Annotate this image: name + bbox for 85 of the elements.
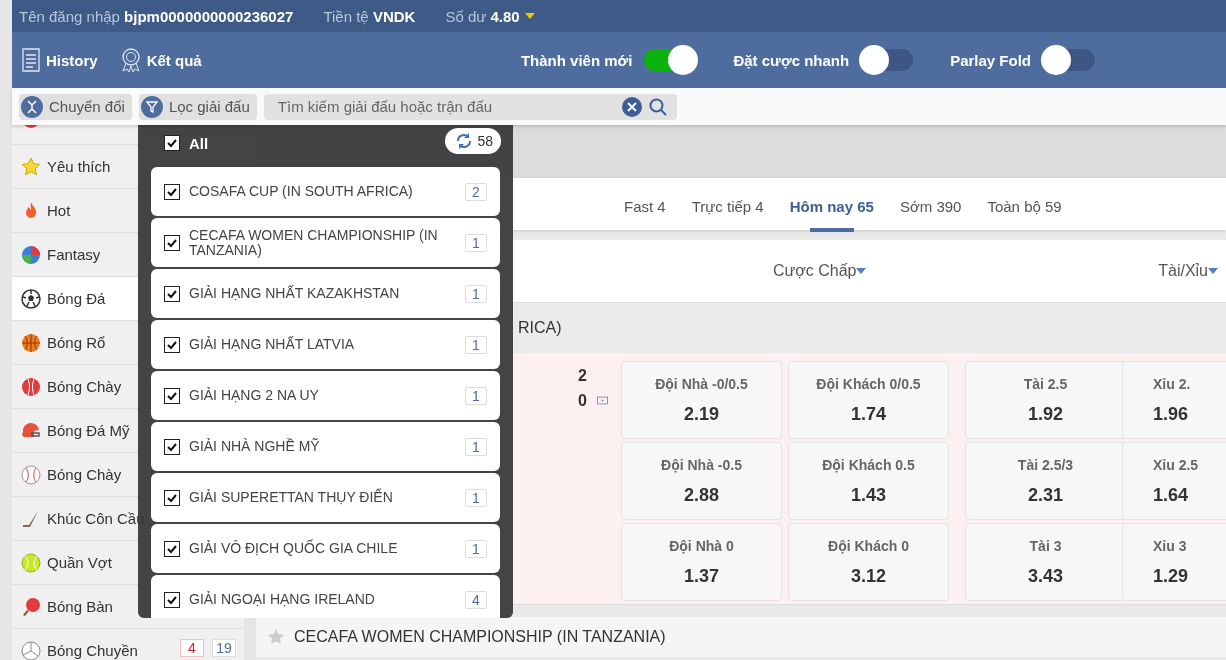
count-badge: 1 xyxy=(465,233,487,252)
caret-icon xyxy=(856,268,867,274)
count-badge: 1 xyxy=(465,386,487,405)
count-badge: 1 xyxy=(465,335,487,354)
odds-button[interactable]: Đội Nhà -0/0.5 2.19 xyxy=(621,361,782,439)
refresh-icon xyxy=(455,131,474,150)
checkbox[interactable] xyxy=(164,489,180,506)
count-badge: 1 xyxy=(465,437,487,456)
tab[interactable]: Hôm nay 65 xyxy=(789,180,874,232)
caret-icon[interactable] xyxy=(524,13,535,19)
star-icon xyxy=(21,156,41,177)
odds-button[interactable]: Đội Nhà 0 1.37 xyxy=(621,523,782,601)
username-label: Tên đăng nhập bjpm0000000000236027 xyxy=(19,7,294,25)
league-option[interactable]: CECAFA WOMEN CHAMPIONSHIP (IN TANZANIA) 1 xyxy=(151,218,500,267)
odds-button[interactable]: Đội Khách 0/0.5 1.74 xyxy=(788,361,949,439)
league-option[interactable]: GIẢI HẠNG 2 NA UY 1 xyxy=(151,371,500,420)
checkbox[interactable] xyxy=(164,285,180,302)
caret-icon xyxy=(1208,268,1218,274)
toolbar-link[interactable]: Kết quả xyxy=(119,47,202,73)
ball-icon xyxy=(21,376,41,397)
volleyball-icon xyxy=(21,640,41,660)
checkbox[interactable] xyxy=(164,183,180,200)
tennis-ball-icon xyxy=(21,552,41,573)
search-icon[interactable] xyxy=(648,97,667,116)
count-badge: 19 xyxy=(212,639,236,657)
odds-button[interactable]: Đội Khách 0.5 1.43 xyxy=(788,442,949,520)
league-option[interactable]: GIẢI VÔ ĐỊCH QUỐC GIA CHILE 1 xyxy=(151,524,500,573)
toggle-label: Đặt cược nhanh xyxy=(733,51,850,69)
league-title: CECAFA WOMEN CHAMPIONSHIP (IN TANZANIA) xyxy=(294,628,666,646)
odds-button[interactable]: Xỉu 2. 1.96 xyxy=(1122,361,1226,439)
checkbox[interactable] xyxy=(164,336,180,353)
league-title: RICA) xyxy=(518,319,562,337)
tv-icon[interactable] xyxy=(596,393,608,408)
clear-icon[interactable] xyxy=(621,96,642,117)
tab[interactable]: Toàn bộ 59 xyxy=(987,180,1062,232)
column-dropdown[interactable]: Tài/Xỉu xyxy=(1158,262,1218,280)
tab[interactable]: Sớm 390 xyxy=(899,180,962,232)
basketball-icon xyxy=(21,332,41,353)
odds-button[interactable]: Xỉu 2.5 1.64 xyxy=(1122,442,1226,520)
league-option[interactable]: GIẢI HẠNG NHẤT LATVIA 1 xyxy=(151,320,500,369)
award-icon xyxy=(119,47,142,73)
league-option[interactable]: GIẢI NGOẠI HẠNG IRELAND 4 xyxy=(151,575,500,618)
league-option[interactable]: COSAFA CUP (IN SOUTH AFRICA) 2 xyxy=(151,167,500,216)
globe-icon xyxy=(21,244,41,265)
score: 2 xyxy=(578,366,587,385)
ball-icon xyxy=(21,288,41,309)
count-badge: 2 xyxy=(465,182,487,201)
tab[interactable]: Trực tiếp 4 xyxy=(691,180,764,232)
odds-button[interactable]: Đội Khách 0 3.12 xyxy=(788,523,949,601)
filter-icon xyxy=(145,100,158,113)
count-badge: 1 xyxy=(465,488,487,507)
toggle-label: Parlay Fold xyxy=(950,51,1031,69)
filter-button[interactable]: Lọc giải đấu xyxy=(138,93,257,120)
paddle-icon xyxy=(21,596,41,617)
checkbox[interactable] xyxy=(164,135,180,151)
refresh-button[interactable]: 58 xyxy=(445,127,501,154)
toolbar-link[interactable]: History xyxy=(21,48,98,72)
toggle-label: Thành viên mới xyxy=(520,51,633,69)
score: 0 xyxy=(578,391,587,410)
baseball-icon xyxy=(21,464,41,485)
live-count-badge: 4 xyxy=(180,639,204,657)
checkbox[interactable] xyxy=(164,438,180,455)
checkbox[interactable] xyxy=(164,540,180,557)
odds-button[interactable]: Xỉu 3 1.29 xyxy=(1122,523,1226,601)
league-option[interactable]: GIẢI HẠNG NHẤT KAZAKHSTAN 1 xyxy=(151,269,500,318)
league-option[interactable]: GIẢI NHÀ NGHỀ MỸ 1 xyxy=(151,422,500,471)
search-input[interactable]: Tìm kiếm giải đấu hoặc trận đấu xyxy=(275,97,622,116)
balance-label: Số dư 4.80 xyxy=(445,7,520,25)
count-badge: 4 xyxy=(465,590,487,609)
odds-button[interactable]: Đội Nhà -0.5 2.88 xyxy=(621,442,782,520)
league-option[interactable]: GIẢI SUPERETTAN THỤY ĐIỂN 1 xyxy=(151,473,500,522)
column-dropdown[interactable]: Cược Chấp xyxy=(773,262,867,280)
count-badge: 1 xyxy=(465,284,487,303)
checkbox[interactable] xyxy=(164,234,180,251)
count-badge: 1 xyxy=(465,539,487,558)
sidebar-item[interactable]: Bóng Chuyền 4 19 xyxy=(12,629,244,660)
search-field[interactable]: Tìm kiếm giải đấu hoặc trận đấu xyxy=(263,93,677,120)
currency-label: Tiền tệ VNDK xyxy=(323,7,416,25)
star-icon[interactable] xyxy=(267,628,285,646)
document-icon xyxy=(21,48,41,72)
checkbox[interactable] xyxy=(164,387,180,404)
tab[interactable]: Fast 4 xyxy=(624,180,666,232)
collapse-icon xyxy=(26,99,38,114)
filter-button[interactable]: Chuyển đổi xyxy=(19,93,132,120)
checkbox[interactable] xyxy=(164,591,180,608)
